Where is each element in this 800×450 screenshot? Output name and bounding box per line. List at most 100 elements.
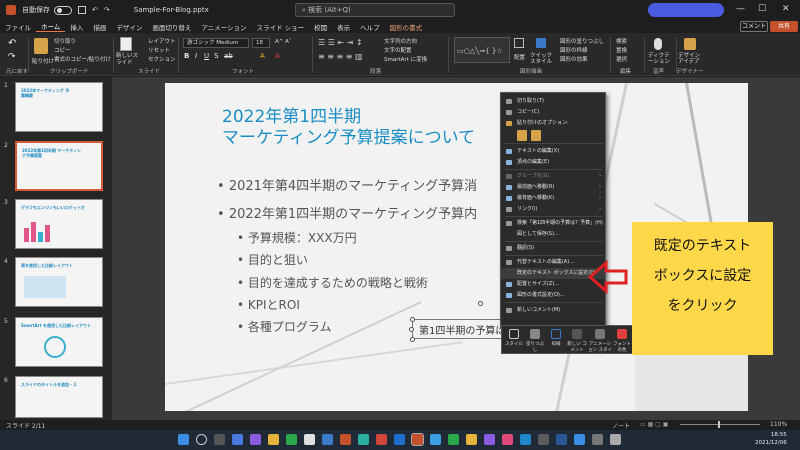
close-button[interactable]: ✕ (782, 4, 790, 14)
outline-button[interactable]: 枠線 (546, 328, 566, 353)
tab-design[interactable]: デザイン (111, 22, 147, 32)
tab-animations[interactable]: アニメーション (196, 22, 251, 32)
text-direction-button[interactable]: 文字列の方向 (384, 37, 417, 45)
redo-icon[interactable]: ↷ (104, 6, 110, 14)
app-icon[interactable] (574, 434, 585, 445)
new-slide-icon[interactable] (120, 37, 132, 51)
slide-thumbnail-5[interactable]: SmartArt を使用した比較レイアウト (15, 317, 103, 367)
account-button[interactable] (648, 3, 724, 17)
font-color-button[interactable]: フォントの色 (612, 328, 632, 353)
shapes-gallery[interactable]: ▭○△╲⇒{ }☆ (454, 37, 510, 63)
bullet-item[interactable]: • 2022年第1四半期のマーケティング予算内 (217, 203, 477, 222)
tab-file[interactable]: ファイル (0, 22, 36, 32)
quick-styles-button[interactable]: クイック スタイル (530, 53, 554, 65)
menu-item-translate[interactable]: 翻訳(S) (501, 243, 605, 254)
animation-style-button[interactable]: アニメーション スタイル (588, 328, 612, 359)
paste-icon[interactable] (34, 38, 48, 54)
bullets-icon[interactable]: ☰ ☰ ⇤ ⇥ ↕ (318, 38, 363, 47)
app-icon[interactable] (304, 434, 315, 445)
teams-icon[interactable] (250, 434, 261, 445)
undo-icon[interactable]: ↶ (8, 38, 16, 49)
select-button[interactable]: 選択 (616, 55, 627, 63)
section-button[interactable]: セクション (148, 55, 176, 63)
app-icon[interactable] (6, 5, 16, 15)
layout-button[interactable]: レイアウト (148, 37, 176, 45)
app-icon[interactable] (340, 434, 351, 445)
resize-handle[interactable] (409, 327, 414, 332)
slide-thumbnail-2[interactable]: 2022年第1四半期 マーケティング予算提案 (15, 141, 103, 191)
quick-styles-icon[interactable] (536, 38, 546, 48)
menu-item-edit-text[interactable]: テキストの編集(X) (501, 146, 605, 157)
italic-icon[interactable]: I (195, 52, 197, 60)
comment-button[interactable]: コメント (740, 21, 768, 32)
app-icon[interactable] (484, 434, 495, 445)
strike-icon[interactable]: ab (224, 52, 233, 60)
format-painter-button[interactable]: 書式のコピー/貼り付け (54, 55, 111, 63)
autosave-toggle[interactable] (54, 5, 72, 15)
tab-shape-format[interactable]: 図形の書式 (385, 22, 428, 32)
menu-item-search[interactable]: 検索「第1四半期の予算は？予算」(H) (501, 218, 605, 229)
new-comment-button[interactable]: 新しい コメント (567, 328, 587, 353)
align-icon[interactable]: ≡ ≡ ≡ ≡ ▥ (318, 52, 363, 61)
shape-effects-button[interactable]: 図形の効果 (560, 55, 588, 63)
reset-button[interactable]: リセット (148, 46, 170, 54)
search-input[interactable]: ⌕ 検索 (Alt+Q) (295, 3, 455, 17)
smartart-button[interactable]: SmartArt に変換 (384, 55, 427, 63)
app-icon[interactable] (466, 434, 477, 445)
shape-fill-button[interactable]: 図形の塗りつぶし (560, 37, 604, 45)
paste-option-picture-icon[interactable] (531, 130, 541, 141)
microphone-icon[interactable] (654, 38, 662, 50)
design-ideas-icon[interactable] (684, 38, 696, 50)
app-icon[interactable] (520, 434, 531, 445)
design-ideas-button[interactable]: デザイン アイデア (678, 53, 702, 65)
app-icon[interactable] (592, 434, 603, 445)
menu-item-save-as-picture[interactable]: 図として保存(S)... (501, 229, 605, 240)
minimize-button[interactable]: — (736, 4, 745, 14)
menu-item-copy[interactable]: コピー(C) (501, 107, 605, 118)
zoom-level[interactable]: 110% (770, 421, 787, 428)
menu-item-bring-front[interactable]: 最前面へ移動(R) › (501, 182, 605, 193)
fill-button[interactable]: 塗りつぶし (525, 328, 545, 353)
menu-item-edit-points[interactable]: 頂点の編集(E) (501, 157, 605, 168)
app-icon[interactable] (502, 434, 513, 445)
menu-item-send-back[interactable]: 最背面へ移動(K) › (501, 193, 605, 204)
menu-item-new-comment[interactable]: 新しいコメント(M) (501, 305, 605, 316)
start-icon[interactable] (178, 434, 189, 445)
grow-font-icon[interactable]: A^ Aˇ (275, 39, 292, 45)
arrange-icon[interactable] (514, 38, 524, 48)
paste-button[interactable]: 貼り付け (32, 57, 54, 65)
share-button[interactable]: 共有 (770, 21, 798, 32)
tab-insert[interactable]: 挿入 (65, 22, 88, 32)
find-button[interactable]: 検索 (616, 37, 627, 45)
powerpoint-icon[interactable] (411, 433, 424, 446)
app-icon[interactable] (322, 434, 333, 445)
undo-icon[interactable]: ↶ (92, 6, 98, 14)
tab-view[interactable]: 表示 (332, 22, 355, 32)
menu-item-link[interactable]: リンク(I) › (501, 204, 605, 215)
tab-help[interactable]: ヘルプ (355, 22, 385, 32)
explorer-icon[interactable] (268, 434, 279, 445)
font-size-select[interactable]: 18 (252, 38, 270, 48)
paste-option-keep-icon[interactable] (517, 130, 527, 141)
tab-draw[interactable]: 描画 (88, 22, 111, 32)
new-slide-button[interactable]: 新しいスライド (116, 53, 138, 67)
shape-outline-button[interactable]: 図形の枠線 (560, 46, 588, 54)
save-icon[interactable] (78, 6, 86, 14)
slide-thumbnail-6[interactable]: スライドのタイトルを追加 - 1 (15, 376, 103, 418)
view-buttons-icon[interactable]: ▭ ▦ ▢ ▣ (640, 421, 668, 428)
app-icon[interactable] (430, 434, 441, 445)
arrange-button[interactable]: 配置 (514, 53, 525, 61)
rotate-handle-icon[interactable] (478, 301, 483, 306)
bullet-item[interactable]: • 2021年第4四半期のマーケティング予算消 (217, 175, 477, 194)
dictate-button[interactable]: ディクテーション (648, 53, 674, 65)
font-name-select[interactable]: 游ゴシック Medium (183, 38, 249, 48)
task-view-icon[interactable] (214, 434, 225, 445)
maximize-button[interactable]: ☐ (758, 4, 766, 14)
sub-bullet-item[interactable]: • 目的と狙い (237, 251, 308, 268)
sub-bullet-item[interactable]: • 各種プログラム (237, 318, 332, 335)
resize-handle[interactable] (410, 337, 415, 342)
resize-handle[interactable] (410, 317, 415, 322)
sub-bullet-item[interactable]: • 目的を達成するための戦略と戦術 (237, 274, 428, 291)
excel-icon[interactable] (448, 434, 459, 445)
tab-slideshow[interactable]: スライド ショー (252, 22, 310, 32)
